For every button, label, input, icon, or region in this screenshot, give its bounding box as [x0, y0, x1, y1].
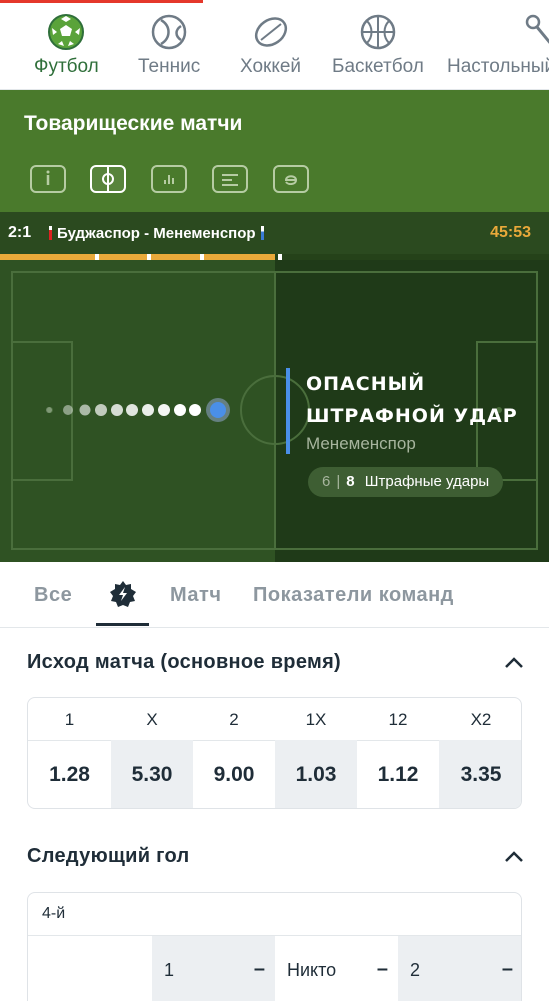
sport-tab-basketball[interactable]: Баскетбол [332, 12, 424, 78]
stat-home-value: 6 [322, 473, 331, 490]
match-pitch: ОПАСНЫЙ ШТРАФНОЙ УДАР Менеменспор 6 | 8 Шт… [0, 260, 549, 562]
table-tennis-icon [525, 14, 549, 44]
odds-value: 5.30 [111, 740, 193, 808]
odds-value: 9.00 [213, 763, 255, 786]
top-accent-line [0, 0, 203, 3]
league-header: Товарищеские матчи [0, 90, 549, 212]
sport-tab-label: Футбол [34, 56, 99, 77]
outcome-odds-table: 1 1.28 X 5.30 2 9.00 1X 1.03 12 1.12 X2 … [27, 697, 522, 809]
hockey-icon [254, 17, 287, 47]
football-icon [48, 14, 85, 50]
tab-all[interactable]: Все [34, 584, 72, 607]
away-flag-icon [260, 226, 264, 240]
option-label: 1 [164, 960, 175, 980]
tab-match[interactable]: Матч [170, 584, 221, 607]
event-stat-pill: 6 | 8 Штрафные удары [308, 467, 504, 497]
home-flag-icon [49, 226, 52, 240]
odds-cell-x2[interactable]: X2 3.35 [439, 698, 521, 808]
odds-cell-1x[interactable]: 1X 1.03 [275, 698, 357, 808]
odds-value: 3.35 [439, 740, 521, 808]
league-title: Товарищеские матчи [24, 112, 243, 135]
sport-tab-hockey[interactable]: Хоккей [240, 12, 301, 78]
list-icon [222, 174, 238, 186]
sport-tab-label: Настольный [447, 56, 549, 77]
event-team: Менеменспор [306, 434, 416, 453]
event-title-line2: ШТРАФНОЙ УДАР [306, 405, 518, 427]
sport-tab-label: Теннис [138, 56, 201, 77]
option-value: – [376, 958, 388, 980]
odds-label: X [146, 710, 158, 729]
option-value: – [501, 958, 513, 980]
sport-tab-label: Хоккей [240, 56, 302, 77]
odds-label: X2 [470, 710, 492, 729]
odds-value: 1.03 [275, 740, 357, 808]
odds-cell-x[interactable]: X 5.30 [111, 698, 193, 808]
next-goal-option-2[interactable]: 2 – [398, 936, 521, 1001]
odds-cell-2[interactable]: 2 9.00 [193, 698, 275, 808]
option-label: Никто [287, 960, 337, 980]
chevron-up-icon[interactable] [503, 652, 525, 674]
stat-away-value: 8 [346, 473, 355, 490]
info-view-button[interactable] [30, 165, 66, 193]
next-goal-sub: 4-й [42, 905, 66, 922]
stats-icon [164, 175, 174, 184]
match-event: ОПАСНЫЙ ШТРАФНОЙ УДАР Менеменспор [286, 368, 518, 454]
market-title-next-goal: Следующий гол [27, 845, 190, 867]
odds-label: 2 [229, 710, 239, 729]
e-icon [284, 175, 298, 186]
stats-view-button[interactable] [151, 165, 187, 193]
chevron-up-icon[interactable] [503, 846, 525, 868]
next-goal-row: 1 – Никто – 2 – [28, 935, 521, 1001]
match-time: 45:53 [490, 224, 531, 241]
sport-tab-tennis[interactable]: Теннис [138, 12, 200, 78]
match-teams: Буджаспор - Менеменспор [44, 225, 269, 242]
odds-label: 1 [64, 710, 75, 729]
sport-tab-football[interactable]: Футбол [34, 12, 99, 78]
next-goal-option-none[interactable]: Никто – [275, 936, 398, 1001]
market-title-outcome: Исход матча (основное время) [27, 651, 342, 673]
sport-tab-label: Баскетбол [332, 56, 424, 77]
field-icon [102, 167, 114, 191]
info-icon [46, 170, 50, 185]
option-label: 2 [410, 960, 421, 980]
lightning-tab-icon[interactable] [108, 579, 138, 609]
odds-cell-12[interactable]: 12 1.12 [357, 698, 439, 808]
match-score-bar[interactable]: 2:1 Буджаспор - Менеменспор 45:53 [0, 212, 549, 254]
sport-tab-table-tennis[interactable]: Настольный [447, 12, 549, 78]
sport-tabs: Футбол Теннис Хоккей Баскетбол Настольны… [0, 0, 549, 90]
market-tabs: Все Матч Показатели команд [0, 562, 549, 628]
odds-cell-1[interactable]: 1 1.28 [28, 698, 111, 808]
odds-value: 1.12 [377, 763, 419, 786]
tennis-icon [151, 14, 187, 50]
option-value: – [253, 958, 265, 980]
match-teams-label: Буджаспор - Менеменспор [57, 225, 256, 242]
stat-label: Штрафные удары [364, 473, 490, 490]
next-goal-option-1[interactable]: 1 – [152, 936, 275, 1001]
e-view-button[interactable] [273, 165, 309, 193]
list-view-button[interactable] [212, 165, 248, 193]
tab-team-stats[interactable]: Показатели команд [253, 584, 454, 607]
next-goal-table: 4-й 1 – Никто – 2 – [27, 892, 522, 1001]
stat-separator: | [336, 473, 341, 490]
odds-label: 1X [305, 710, 327, 729]
odds-value: 1.28 [49, 763, 90, 786]
match-score: 2:1 [8, 224, 32, 241]
active-tab-indicator [96, 623, 149, 626]
odds-label: 12 [388, 710, 408, 729]
field-view-button[interactable] [90, 165, 126, 193]
basketball-icon [360, 14, 396, 50]
event-title-line1: ОПАСНЫЙ [306, 373, 426, 395]
